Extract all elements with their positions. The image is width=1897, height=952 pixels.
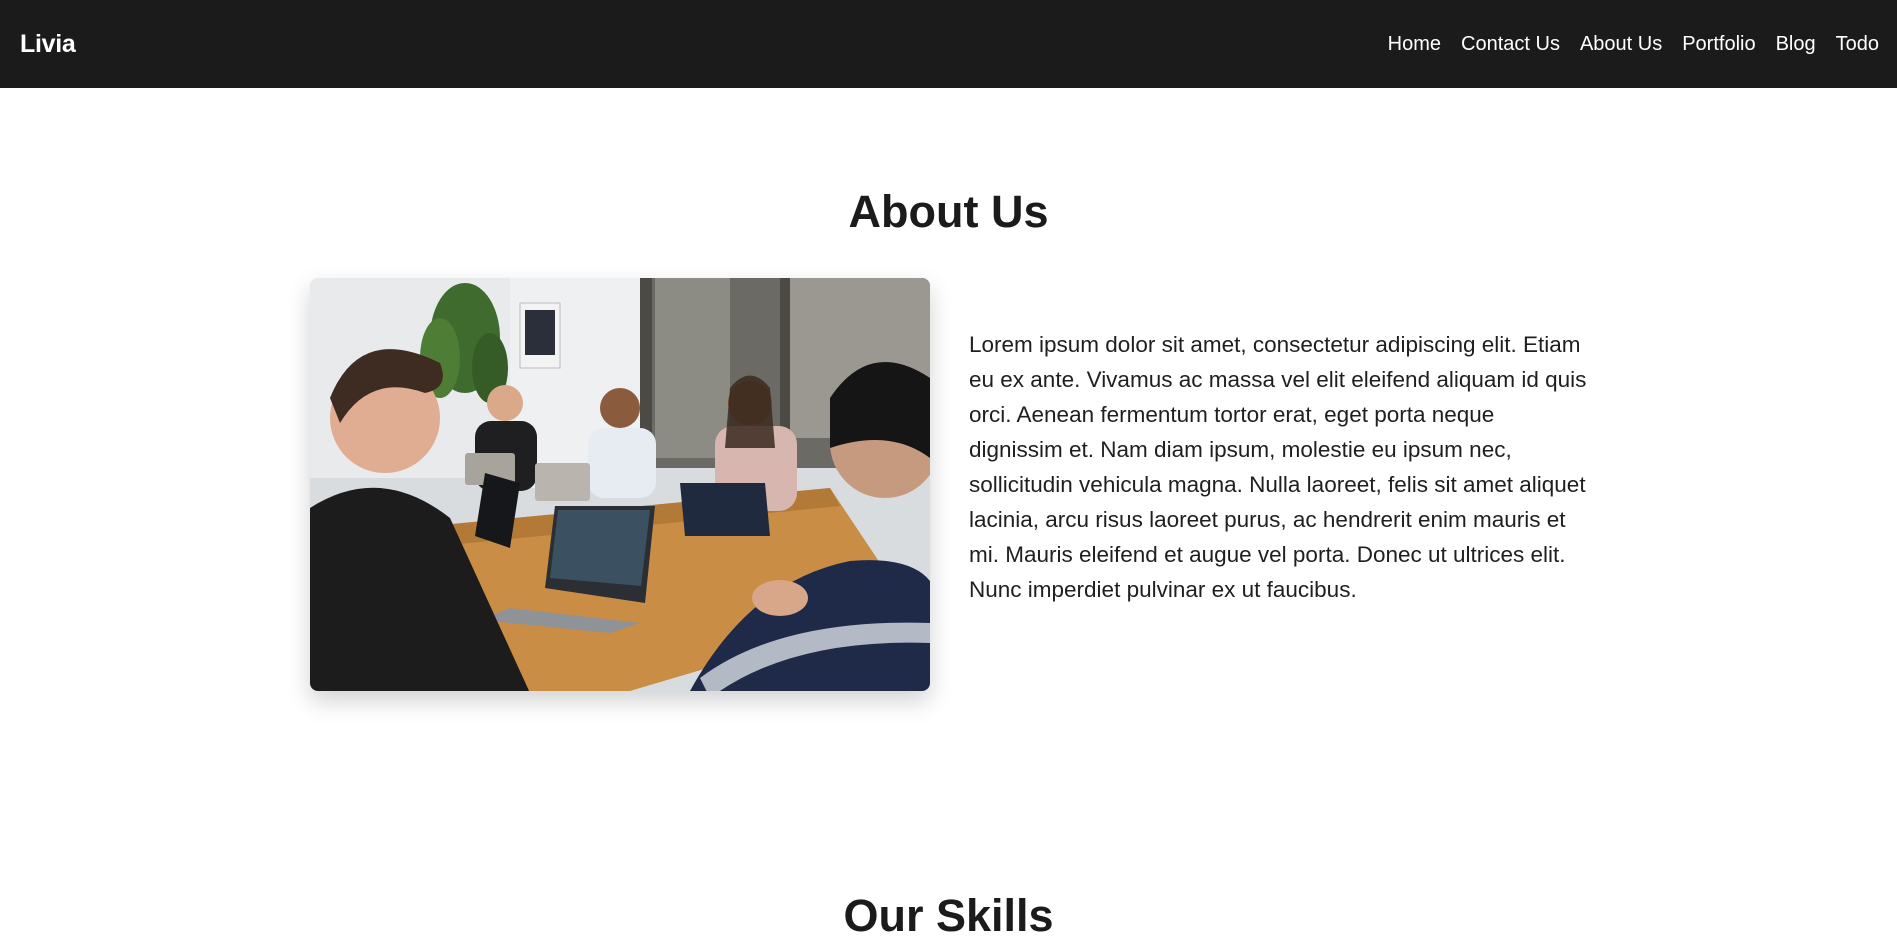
nav-link-portfolio[interactable]: Portfolio [1682, 33, 1755, 56]
about-title: About Us [848, 186, 1049, 237]
nav-link-contact-us[interactable]: Contact Us [1461, 33, 1560, 56]
nav-link-about-us[interactable]: About Us [1580, 33, 1662, 56]
nav-links: Home Contact Us About Us Portfolio Blog … [1368, 0, 1879, 88]
nav-link-home[interactable]: Home [1388, 33, 1441, 56]
team-meeting-photo [310, 278, 930, 691]
nav-link-todo[interactable]: Todo [1836, 33, 1879, 56]
nav-link-blog[interactable]: Blog [1776, 33, 1816, 56]
about-paragraph: Lorem ipsum dolor sit amet, consectetur … [969, 332, 1587, 602]
skills-title: Our Skills [843, 890, 1054, 941]
brand-logo[interactable]: Livia [20, 0, 76, 88]
navbar: Livia Home Contact Us About Us Portfolio… [0, 0, 1897, 88]
